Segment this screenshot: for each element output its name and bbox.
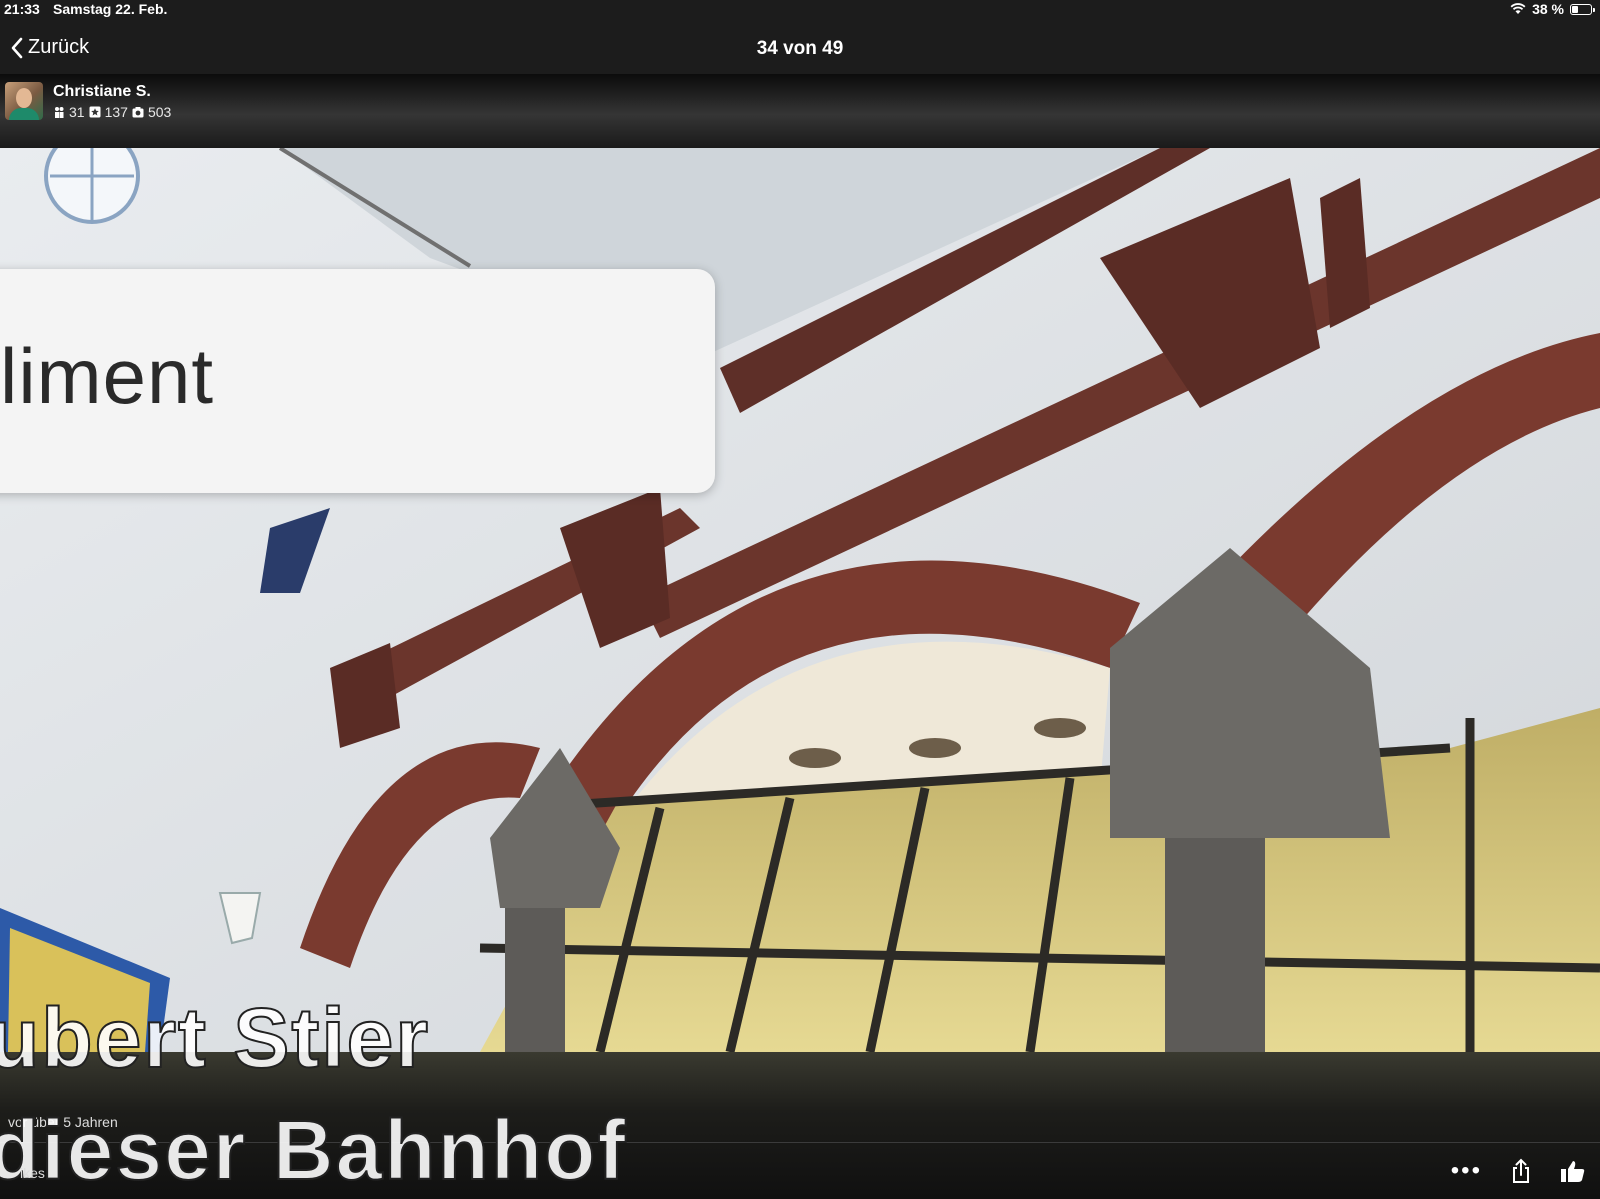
status-right: 38 % (1510, 1, 1595, 17)
likes-link[interactable]: ikes (20, 1165, 45, 1181)
friends-icon (55, 107, 64, 118)
status-date: Samstag 22. Feb. (53, 1, 168, 17)
more-icon[interactable]: ••• (1451, 1159, 1482, 1183)
followers-count: 31 (69, 104, 85, 120)
avatar-shirt (9, 108, 39, 120)
caption-line-1: ubert Stier (0, 990, 431, 1086)
caption-line-2: dieser Bahnhof (0, 1102, 628, 1198)
wifi-icon (1510, 3, 1526, 14)
battery-level (1572, 5, 1578, 13)
text-callout: liment (0, 269, 715, 493)
share-icon[interactable] (1508, 1158, 1534, 1184)
avatar[interactable] (5, 82, 43, 120)
status-time: 21:33 (4, 1, 40, 17)
avatar-face (16, 88, 32, 108)
reviews-count: 137 (104, 104, 128, 120)
callout-text: liment (0, 332, 215, 420)
action-bar: ••• (1451, 1158, 1586, 1184)
photo-view[interactable]: liment (0, 148, 1600, 1052)
user-bar: Christiane S. 31 137 503 (0, 74, 1600, 148)
user-stats: 31 137 503 (53, 104, 171, 120)
photo-counter: 34 von 49 (756, 38, 844, 59)
battery-percent: 38 % (1532, 1, 1564, 17)
camera-icon (132, 107, 144, 118)
thumbs-up-icon[interactable] (1560, 1158, 1586, 1184)
nav-bar: Zurück 34 von 49 (0, 22, 1600, 74)
battery-icon (1570, 3, 1595, 15)
user-name[interactable]: Christiane S. (53, 83, 151, 101)
status-bar: 21:33 Samstag 22. Feb. 38 % (0, 0, 1600, 22)
photos-count: 503 (147, 104, 172, 120)
review-icon (89, 106, 101, 118)
